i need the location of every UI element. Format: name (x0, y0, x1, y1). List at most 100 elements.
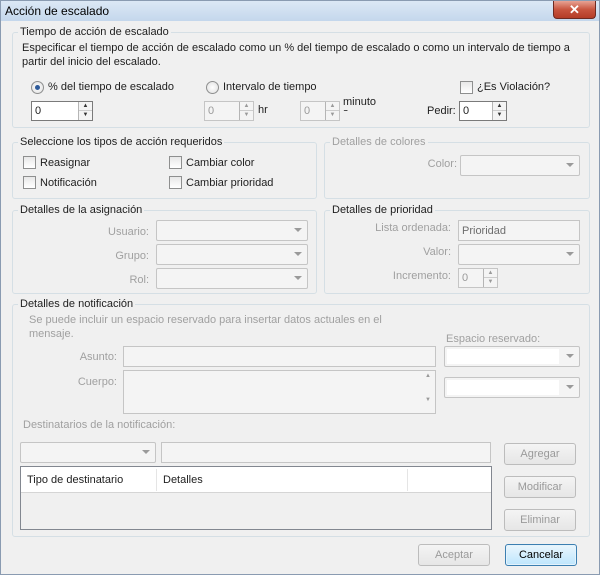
scroll-down-icon[interactable]: ▼ (422, 397, 434, 403)
spin-up-icon[interactable]: ▲ (493, 102, 506, 111)
violacion-checkbox[interactable] (460, 81, 473, 94)
reasignar-label: Reasignar (40, 157, 91, 169)
close-button[interactable]: ✕ (553, 1, 596, 19)
cuerpo-field[interactable]: ▲ ▼ (123, 370, 436, 414)
grupo-label: Grupo: (115, 250, 149, 262)
column-header-tipo[interactable]: Tipo de destinatario (21, 469, 157, 491)
lista-value: Prioridad (462, 225, 507, 237)
hr-label: hr (258, 104, 268, 116)
chevron-down-icon (294, 252, 302, 256)
min-spin-arrows: ▲ ▼ (325, 102, 339, 120)
chevron-down-icon (566, 252, 574, 256)
escalation-action-dialog: Acción de escalado ✕ Tiempo de acción de… (0, 0, 600, 575)
chevron-down-icon (294, 228, 302, 232)
spin-up-icon[interactable]: ▲ (240, 102, 253, 111)
lista-field: Prioridad (458, 220, 580, 241)
destinatario-tipo-combo[interactable] (20, 442, 156, 463)
min-spinner[interactable]: 0 ▲ ▼ (300, 101, 340, 121)
chevron-down-icon (142, 450, 150, 454)
tiempo-description: Especificar el tiempo de acción de escal… (22, 42, 570, 68)
pedir-spin-arrows: ▲ ▼ (492, 102, 506, 120)
cancelar-button[interactable]: Cancelar (505, 544, 577, 566)
combo-field (447, 380, 559, 395)
lista-label: Lista ordenada: (375, 222, 451, 234)
spin-down-icon[interactable]: ▼ (326, 111, 339, 120)
chevron-down-icon (566, 385, 574, 389)
agregar-button[interactable]: Agregar (504, 443, 576, 465)
color-label: Color: (427, 158, 457, 170)
intervalo-radio-label: Intervalo de tiempo (223, 81, 317, 93)
chevron-down-icon (294, 276, 302, 280)
window-title: Acción de escalado (5, 4, 110, 18)
pedir-label: Pedir: (427, 105, 456, 117)
spin-up-icon[interactable]: ▲ (326, 102, 339, 111)
notificacion-label: Notificación (40, 177, 97, 189)
modificar-button[interactable]: Modificar (504, 476, 576, 498)
spin-up-icon[interactable]: ▲ (79, 102, 92, 111)
destinatario-field[interactable] (161, 442, 491, 463)
close-icon: ✕ (569, 2, 580, 17)
valor-label: Valor: (423, 246, 451, 258)
min-label: minuto s (343, 97, 377, 111)
tipos-legend: Seleccione los tipos de acción requerido… (18, 136, 225, 148)
incremento-spinner[interactable]: 0 ▲ ▼ (458, 268, 498, 288)
pct-spinner[interactable]: 0 ▲ ▼ (31, 101, 93, 121)
cuerpo-scrollbar[interactable]: ▲ ▼ (422, 373, 434, 411)
title-bar[interactable]: Acción de escalado ✕ (1, 1, 599, 21)
destinatarios-label: Destinatarios de la notificación: (23, 419, 176, 431)
pedir-spinner[interactable]: 0 ▲ ▼ (459, 101, 507, 121)
prioridad-legend: Detalles de prioridad (330, 204, 435, 216)
pct-spin-arrows: ▲ ▼ (78, 102, 92, 120)
notificacion-checkbox[interactable] (23, 176, 36, 189)
intervalo-radio[interactable] (206, 81, 219, 94)
violacion-label: ¿Es Violación? (477, 81, 551, 93)
rol-label: Rol: (129, 274, 149, 286)
cambiar-prioridad-checkbox[interactable] (169, 176, 182, 189)
cuerpo-label: Cuerpo: (77, 376, 117, 388)
color-combo[interactable] (460, 155, 580, 176)
chevron-down-icon (566, 163, 574, 167)
notificacion-hint: Se puede incluir un espacio reservado pa… (29, 314, 382, 340)
espacio-combo-cuerpo[interactable] (444, 377, 580, 398)
pct-value: 0 (35, 105, 42, 117)
incremento-spin-arrows: ▲ ▼ (483, 269, 497, 287)
hr-value: 0 (208, 105, 215, 117)
pct-radio-label: % del tiempo de escalado (48, 81, 174, 93)
asunto-field[interactable] (123, 346, 436, 367)
spin-up-icon[interactable]: ▲ (484, 269, 497, 278)
chevron-down-icon (566, 354, 574, 358)
combo-field (447, 349, 559, 364)
cambiar-color-checkbox[interactable] (169, 156, 182, 169)
spin-down-icon[interactable]: ▼ (240, 111, 253, 120)
colores-legend: Detalles de colores (330, 136, 428, 148)
aceptar-button[interactable]: Aceptar (418, 544, 490, 566)
espacio-label: Espacio reservado: (446, 333, 541, 345)
table-header: Tipo de destinatario Detalles (21, 467, 491, 493)
spin-down-icon[interactable]: ▼ (484, 278, 497, 287)
valor-combo[interactable] (458, 244, 580, 265)
reasignar-checkbox[interactable] (23, 156, 36, 169)
incremento-label: Incremento: (392, 270, 451, 282)
usuario-combo[interactable] (156, 220, 308, 241)
asignacion-legend: Detalles de la asignación (18, 204, 145, 216)
asunto-label: Asunto: (79, 351, 117, 363)
rol-combo[interactable] (156, 268, 308, 289)
hr-spinner[interactable]: 0 ▲ ▼ (204, 101, 254, 121)
notificacion-legend: Detalles de notificación (18, 298, 136, 310)
tipos-group (12, 142, 317, 199)
min-value: 0 (304, 105, 311, 117)
cambiar-color-label: Cambiar color (186, 157, 255, 169)
spin-down-icon[interactable]: ▼ (493, 111, 506, 120)
espacio-combo-asunto[interactable] (444, 346, 580, 367)
scroll-up-icon[interactable]: ▲ (422, 373, 434, 379)
pct-radio[interactable] (31, 81, 44, 94)
pedir-value: 0 (463, 105, 470, 117)
usuario-label: Usuario: (108, 226, 149, 238)
spin-down-icon[interactable]: ▼ (79, 111, 92, 120)
cambiar-prioridad-label: Cambiar prioridad (186, 177, 274, 189)
grupo-combo[interactable] (156, 244, 308, 265)
destinatarios-table[interactable]: Tipo de destinatario Detalles (20, 466, 492, 530)
incremento-value: 0 (462, 272, 469, 284)
eliminar-button[interactable]: Eliminar (504, 509, 576, 531)
column-header-detalles[interactable]: Detalles (157, 469, 408, 491)
